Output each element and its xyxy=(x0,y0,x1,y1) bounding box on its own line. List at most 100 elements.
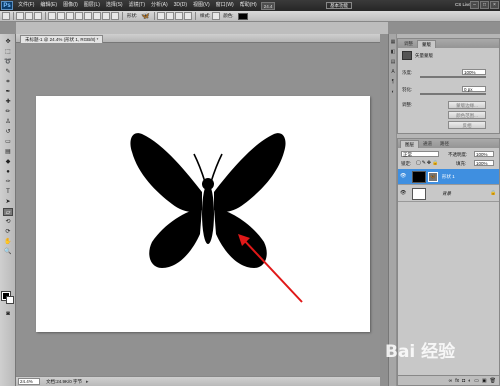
crop-tool-icon[interactable]: ⌗ xyxy=(3,78,13,86)
tab-channels[interactable]: 通道 xyxy=(419,140,436,148)
quick-select-tool-icon[interactable]: ✎ xyxy=(3,68,13,76)
menu-3d[interactable]: 3D(D) xyxy=(171,0,190,11)
rounded-rect-option[interactable] xyxy=(75,12,83,20)
ellipse-option[interactable] xyxy=(84,12,92,20)
panel-icon[interactable]: A xyxy=(389,68,397,76)
tool-preset-picker[interactable] xyxy=(2,12,10,20)
panel-icon[interactable]: ▦ xyxy=(389,38,397,46)
maximize-button[interactable]: □ xyxy=(480,1,489,9)
feather-field[interactable]: 0 px xyxy=(462,86,486,92)
menu-help[interactable]: 帮助(H) xyxy=(237,0,260,11)
menu-select[interactable]: 选择(S) xyxy=(103,0,126,11)
mask-edge-button[interactable]: 蒙版边缘... xyxy=(448,101,486,109)
rectangle-option[interactable] xyxy=(66,12,74,20)
adjustment-layer-icon[interactable]: ◐ xyxy=(468,378,471,384)
butterfly-shape-picker[interactable]: 🦋 xyxy=(141,12,150,20)
lasso-tool-icon[interactable]: ➰ xyxy=(3,58,13,66)
menu-window[interactable]: 窗口(W) xyxy=(213,0,237,11)
custom-shape-option[interactable] xyxy=(111,12,119,20)
layer-row-background[interactable]: 👁 背景 🔒 xyxy=(398,186,499,202)
vector-mask-thumbnail[interactable]: 🦋 xyxy=(428,172,438,182)
menu-edit[interactable]: 编辑(E) xyxy=(37,0,60,11)
document-info[interactable]: 文档:24.9K/0 字节 xyxy=(46,379,82,385)
layer-row-shape[interactable]: 👁 🦋 形状 1 xyxy=(398,169,499,185)
document-tab[interactable]: 未标题-1 @ 24.4% (形状 1, RGB/8) * xyxy=(20,35,104,43)
tab-layers[interactable]: 图层 xyxy=(400,140,419,148)
style-label: 样式: xyxy=(199,13,211,18)
background-color-swatch[interactable] xyxy=(6,296,14,304)
blur-tool-icon[interactable]: ◆ xyxy=(3,158,13,166)
color-range-button[interactable]: 颜色范围... xyxy=(448,111,486,119)
pen-tool-icon[interactable]: ✑ xyxy=(3,178,13,186)
eraser-tool-icon[interactable]: ▭ xyxy=(3,138,13,146)
3d-camera-tool-icon[interactable]: ⟳ xyxy=(3,228,13,236)
feather-slider[interactable] xyxy=(420,93,486,95)
fx-icon[interactable]: fx xyxy=(455,378,459,384)
menu-file[interactable]: 文件(F) xyxy=(15,0,37,11)
panel-icon[interactable]: ▤ xyxy=(389,58,397,66)
panel-icon[interactable]: ◐ xyxy=(389,88,397,96)
line-option[interactable] xyxy=(102,12,110,20)
opacity-field[interactable]: 100% xyxy=(474,151,494,157)
quick-mask-icon[interactable]: ◙ xyxy=(3,310,13,318)
eye-icon[interactable]: 👁 xyxy=(400,173,406,179)
blend-mode-select[interactable]: 正常 xyxy=(401,151,439,157)
intersect-option[interactable] xyxy=(174,12,183,20)
pen-tool-option[interactable] xyxy=(48,12,56,20)
combine-option[interactable] xyxy=(156,12,165,20)
hand-tool-icon[interactable]: ✋ xyxy=(3,238,13,246)
layer-name[interactable]: 背景 xyxy=(442,191,451,197)
freeform-pen-option[interactable] xyxy=(57,12,65,20)
path-select-tool-icon[interactable]: ➤ xyxy=(3,198,13,206)
menu-analysis[interactable]: 分析(A) xyxy=(148,0,171,11)
workspace-button[interactable]: 基本功能 xyxy=(326,2,352,9)
status-menu-arrow-icon[interactable]: ▸ xyxy=(86,379,89,385)
menu-image[interactable]: 图像(I) xyxy=(60,0,81,11)
marquee-tool-icon[interactable]: ⬚ xyxy=(3,48,13,56)
custom-shape-tool-icon[interactable]: ▱ xyxy=(3,208,13,216)
zoom-dropdown[interactable]: 24.4 xyxy=(260,1,276,10)
invert-button[interactable]: 反相 xyxy=(448,121,486,129)
dodge-tool-icon[interactable]: ● xyxy=(3,168,13,176)
menu-view[interactable]: 视图(V) xyxy=(190,0,213,11)
layer-name[interactable]: 形状 1 xyxy=(442,174,455,180)
color-swatch[interactable] xyxy=(237,12,248,20)
lock-icons[interactable]: ▢✎✥🔒 xyxy=(416,160,439,166)
exclude-option[interactable] xyxy=(183,12,192,20)
menu-layer[interactable]: 图层(L) xyxy=(81,0,103,11)
density-field[interactable]: 100% xyxy=(462,69,486,75)
eyedropper-tool-icon[interactable]: ✒ xyxy=(3,88,13,96)
healing-brush-tool-icon[interactable]: ✚ xyxy=(3,98,13,106)
tab-paths[interactable]: 路径 xyxy=(436,140,453,148)
link-layers-icon[interactable]: ∞ xyxy=(449,378,453,384)
zoom-level-field[interactable]: 24.4% xyxy=(18,378,40,385)
tab-adjustments[interactable]: 调整 xyxy=(400,40,417,48)
eye-icon[interactable]: 👁 xyxy=(400,190,406,196)
history-brush-tool-icon[interactable]: ↺ xyxy=(3,128,13,136)
density-slider[interactable] xyxy=(420,76,486,78)
trash-icon[interactable]: 🗑 xyxy=(490,378,496,384)
subtract-option[interactable] xyxy=(165,12,174,20)
panel-icon[interactable]: ◧ xyxy=(389,48,397,56)
minimize-button[interactable]: – xyxy=(470,1,479,9)
move-tool-icon[interactable]: ✥ xyxy=(3,38,13,46)
polygon-option[interactable] xyxy=(93,12,101,20)
fill-pixels-button[interactable] xyxy=(34,12,42,20)
add-mask-icon[interactable]: ◘ xyxy=(462,378,465,384)
new-layer-icon[interactable]: ▣ xyxy=(482,378,487,384)
brush-tool-icon[interactable]: ✏ xyxy=(3,108,13,116)
panel-icon[interactable]: ¶ xyxy=(389,78,397,86)
3d-rotate-tool-icon[interactable]: ⟲ xyxy=(3,218,13,226)
group-icon[interactable]: ▭ xyxy=(474,378,479,384)
shape-layers-button[interactable] xyxy=(16,12,24,20)
tab-masks[interactable]: 蒙版 xyxy=(417,40,436,48)
paths-button[interactable] xyxy=(25,12,33,20)
menu-filter[interactable]: 滤镜(T) xyxy=(126,0,148,11)
fill-field[interactable]: 100% xyxy=(474,160,494,166)
zoom-tool-icon[interactable]: 🔍 xyxy=(3,248,13,256)
clone-stamp-tool-icon[interactable]: ♙ xyxy=(3,118,13,126)
close-button[interactable]: × xyxy=(490,1,499,9)
type-tool-icon[interactable]: T xyxy=(3,188,13,196)
gradient-tool-icon[interactable]: ▤ xyxy=(3,148,13,156)
style-picker[interactable] xyxy=(212,12,221,20)
